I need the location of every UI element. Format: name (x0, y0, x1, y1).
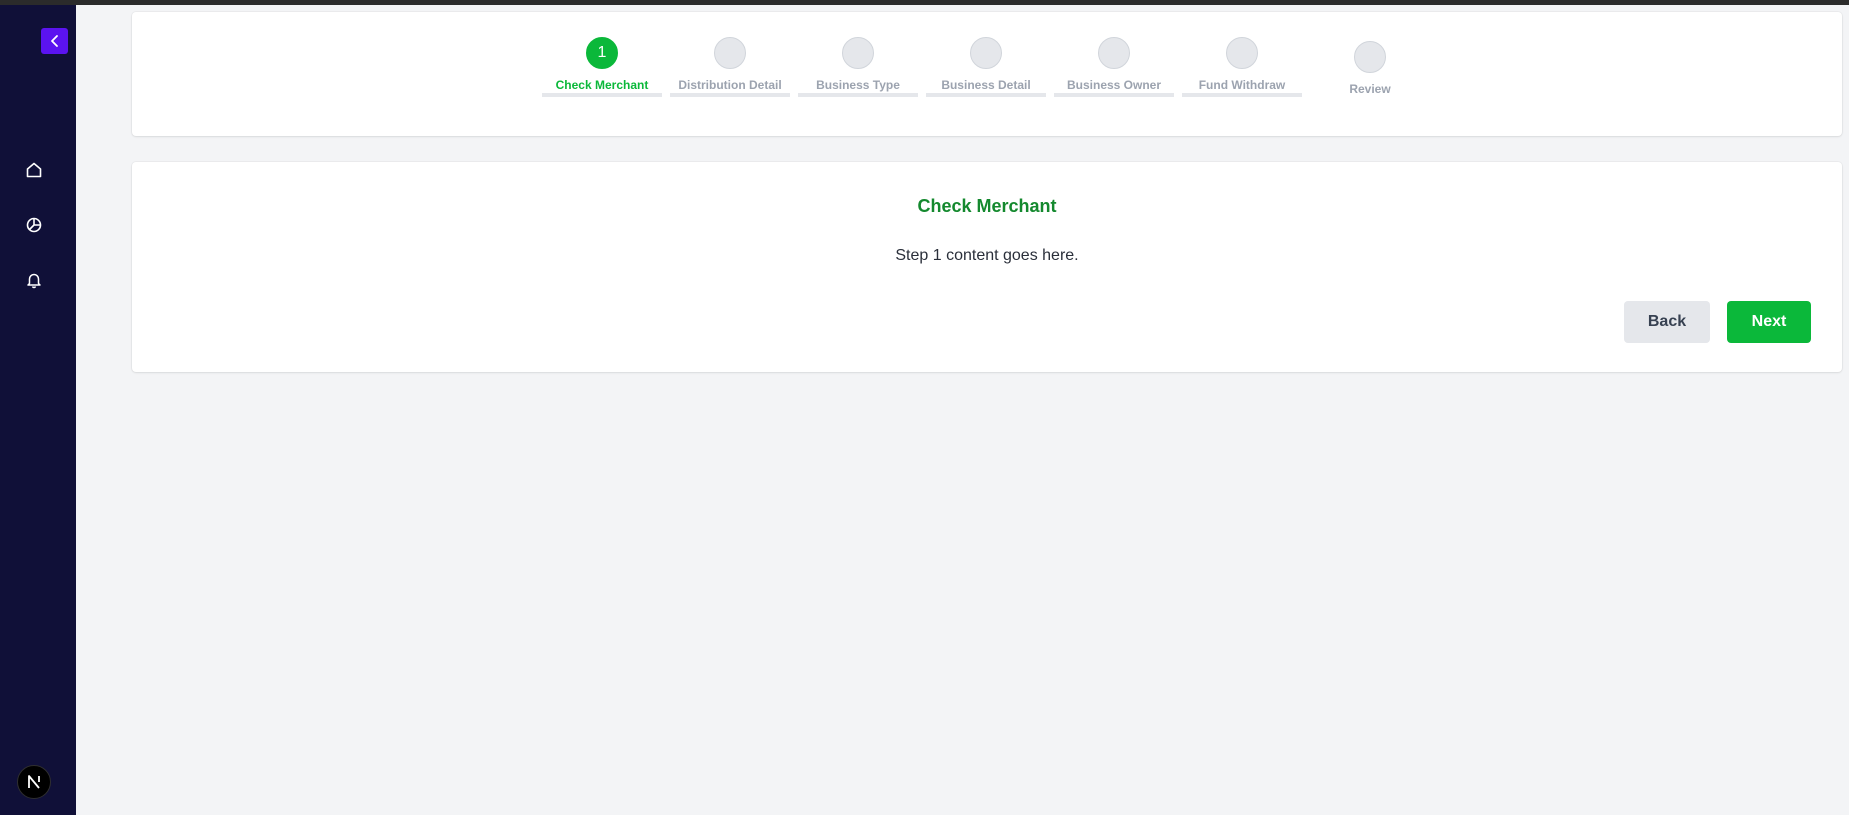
sidebar-item-explore[interactable] (22, 213, 46, 237)
step-label: Check Merchant (555, 78, 649, 92)
step-label: Distribution Detail (678, 78, 782, 92)
step-content-card: Check Merchant Step 1 content goes here.… (132, 162, 1842, 372)
step-label: Business Detail (941, 78, 1031, 92)
step-circle (970, 37, 1002, 69)
step-label: Business Type (816, 78, 900, 92)
explore-icon (26, 217, 42, 233)
step-progress-bar (1182, 93, 1302, 97)
step-circle (1226, 37, 1258, 69)
step-description: Step 1 content goes here. (895, 247, 1079, 264)
step-circle (1354, 41, 1386, 73)
avatar[interactable] (17, 765, 51, 799)
step-label: Review (1349, 82, 1391, 96)
step-label: Fund Withdraw (1198, 78, 1286, 92)
step-number-badge: 1 (586, 37, 618, 69)
sidebar-collapse-button[interactable] (41, 28, 68, 54)
home-icon (26, 162, 42, 178)
step-progress-bar (926, 93, 1046, 97)
step-circle (714, 37, 746, 69)
step-progress-bar (1054, 93, 1174, 97)
bell-icon (27, 273, 41, 289)
step-circle (842, 37, 874, 69)
back-button[interactable]: Back (1624, 301, 1710, 343)
step-progress-bar (670, 93, 790, 97)
sidebar (0, 5, 76, 815)
step-circle (1098, 37, 1130, 69)
step-progress-bar (798, 93, 918, 97)
next-button[interactable]: Next (1727, 301, 1811, 343)
sidebar-item-notifications[interactable] (22, 268, 46, 292)
sidebar-item-home[interactable] (22, 158, 46, 182)
window-top-edge (0, 0, 1849, 5)
stepper-card: 1 Check Merchant Distribution Detail Bus… (132, 12, 1842, 136)
step-progress-bar (542, 93, 662, 97)
chevron-left-icon (50, 35, 58, 47)
step-title: Check Merchant (917, 196, 1057, 216)
step-label: Business Owner (1066, 78, 1162, 92)
n-logo-icon (28, 775, 40, 789)
